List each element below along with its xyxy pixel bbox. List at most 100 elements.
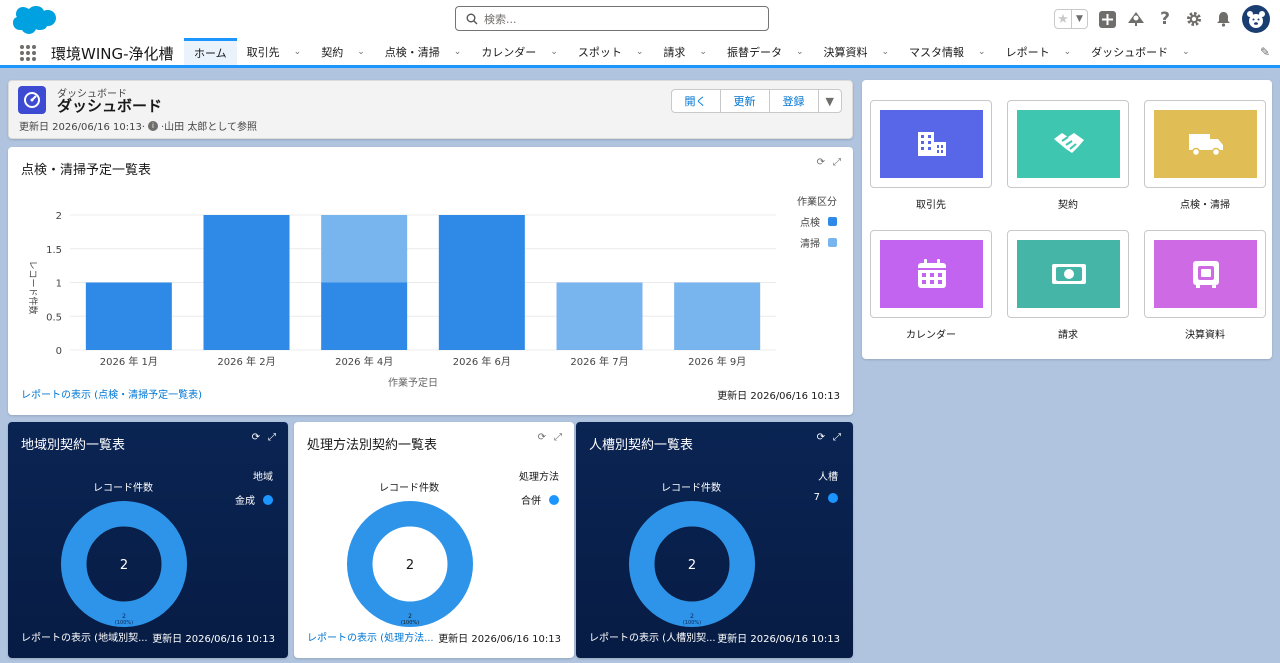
view-report-link[interactable]: レポートの表示 (点検・清掃予定一覧表) [21, 386, 202, 401]
tile-billing[interactable] [1007, 230, 1129, 318]
nav-tab[interactable]: 決算資料 ⌄ [814, 38, 900, 65]
tile-label[interactable]: 点検・清掃 [1144, 196, 1266, 211]
tile-label[interactable]: 決算資料 [1144, 326, 1266, 341]
legend-item[interactable]: 清掃 [797, 235, 837, 250]
legend-label: 金成 [235, 496, 255, 507]
chevron-down-icon[interactable]: ⌄ [882, 47, 890, 57]
legend-item[interactable]: 7 [814, 492, 838, 503]
help-icon[interactable]: ? [1155, 9, 1175, 29]
more-actions-button[interactable]: ▼ [819, 90, 841, 112]
info-icon[interactable]: i [148, 120, 158, 131]
slice-percent-label: (100%) [683, 620, 701, 626]
chevron-down-icon[interactable]: ▼ [1071, 10, 1087, 28]
refresh-icon[interactable]: ⟳ [538, 432, 546, 443]
legend-item[interactable]: 点検 [797, 214, 837, 229]
search-placeholder: 検索... [484, 12, 517, 26]
expand-icon[interactable]: ⤢ [833, 432, 841, 443]
app-navigation-bar: 環境WING-浄化槽 ホーム 取引先 ⌄ 契約 ⌄ 点検・清掃 ⌄ カレンダー ⌄ スポット ⌄ 請求… [0, 38, 1280, 68]
nav-tab[interactable]: 契約 ⌄ [311, 38, 375, 65]
nav-tab[interactable]: ダッシュボード ⌄ [1081, 38, 1200, 65]
tile-color [1017, 240, 1120, 308]
bar[interactable] [438, 215, 525, 350]
bell-icon[interactable] [1213, 9, 1233, 29]
legend-item[interactable]: 金成 [235, 492, 273, 507]
gear-icon[interactable] [1184, 9, 1204, 29]
edit-nav-icon[interactable]: ✎ [1260, 45, 1270, 59]
expand-icon[interactable]: ⤢ [268, 432, 276, 443]
dashboard-viewing-as: ·山田 太郎として参照 [161, 122, 258, 133]
bar[interactable] [556, 282, 643, 351]
chevron-down-icon[interactable]: ⌄ [294, 47, 302, 57]
nav-tab[interactable]: 取引先 ⌄ [237, 38, 312, 65]
view-report-link[interactable]: レポートの表示 (人槽別契... [589, 629, 716, 644]
handshake-icon [1053, 133, 1084, 153]
salesforce-logo[interactable] [10, 4, 56, 37]
tile-label[interactable]: 契約 [1007, 196, 1129, 211]
slice-value-label: 2 [690, 613, 694, 620]
legend-title: 人槽 [818, 472, 838, 483]
bar[interactable] [203, 215, 290, 350]
view-report-link[interactable]: レポートの表示 (地域別契... [21, 629, 148, 644]
tile-contracts[interactable] [1007, 100, 1129, 188]
slice-percent-label: (100%) [401, 620, 419, 626]
tile-label[interactable]: 取引先 [870, 196, 992, 211]
bar[interactable] [321, 282, 408, 351]
app-launcher-icon[interactable] [20, 45, 36, 61]
refresh-icon[interactable]: ⟳ [817, 432, 825, 443]
tile-label[interactable]: カレンダー [870, 326, 992, 341]
chevron-down-icon[interactable]: ⌄ [454, 47, 462, 57]
bar[interactable] [674, 282, 761, 351]
tile-calendar[interactable] [870, 230, 992, 318]
tile-financials[interactable] [1144, 230, 1266, 318]
tile-label[interactable]: 請求 [1007, 326, 1129, 341]
tile-accounts[interactable] [870, 100, 992, 188]
measure-label: レコード件数 [661, 483, 721, 494]
chevron-down-icon[interactable]: ⌄ [550, 47, 558, 57]
global-actions-icon[interactable] [1097, 9, 1117, 29]
subscribe-button[interactable]: 登録 [770, 90, 819, 112]
open-button[interactable]: 開く [672, 90, 721, 112]
global-header: 検索... ★ ▼ ? [0, 0, 1280, 38]
tile-inspection[interactable] [1144, 100, 1266, 188]
nav-tab[interactable]: 請求 ⌄ [653, 38, 717, 65]
global-search-input[interactable]: 検索... [455, 6, 769, 31]
star-icon[interactable]: ★ [1055, 10, 1071, 28]
quick-links-panel: 取引先 契約 点検・清掃 カレンダー 請求 決算資料 [862, 80, 1272, 359]
y-tick-label: 0.5 [46, 312, 62, 323]
refresh-icon[interactable]: ⟳ [252, 432, 260, 443]
x-axis-label: 作業予定日 [388, 376, 438, 387]
chart-updated: 更新日 2026/06/16 10:13 [717, 391, 840, 402]
chevron-down-icon[interactable]: ⌄ [357, 47, 365, 57]
nav-tab[interactable]: 振替データ ⌄ [717, 38, 814, 65]
nav-tab[interactable]: ホーム [184, 38, 237, 65]
chevron-down-icon[interactable]: ⌄ [978, 47, 986, 57]
view-report-link[interactable]: レポートの表示 (処理方法... [307, 629, 434, 644]
nav-tab[interactable]: レポート ⌄ [996, 38, 1082, 65]
refresh-button[interactable]: 更新 [721, 90, 770, 112]
chevron-down-icon[interactable]: ⌄ [636, 47, 644, 57]
avatar[interactable] [1242, 5, 1270, 33]
chart-legend: 地域 金成 [235, 468, 273, 507]
expand-icon[interactable]: ⤢ [554, 432, 562, 443]
nav-tab-label: 点検・清掃 [384, 45, 440, 59]
x-tick-label: 2026 年 2月 [217, 355, 275, 368]
nav-tab[interactable]: マスタ情報 ⌄ [899, 38, 996, 65]
chevron-down-icon[interactable]: ⌄ [1182, 47, 1190, 57]
y-tick-label: 2 [56, 211, 62, 222]
chevron-down-icon[interactable]: ⌄ [1064, 47, 1072, 57]
nav-tab-label: ホーム [194, 47, 227, 60]
donut-total: 2 [406, 558, 414, 573]
bar[interactable] [85, 282, 172, 351]
bar[interactable] [321, 215, 408, 283]
trailhead-icon[interactable] [1126, 9, 1146, 29]
nav-tab-label: スポット [577, 45, 622, 59]
favorites-control[interactable]: ★ ▼ [1054, 9, 1088, 29]
nav-tab[interactable]: 点検・清掃 ⌄ [375, 38, 472, 65]
x-tick-label: 2026 年 6月 [453, 355, 511, 368]
legend-item[interactable]: 合併 [519, 492, 559, 507]
nav-tab[interactable]: スポット ⌄ [568, 38, 654, 65]
chevron-down-icon[interactable]: ⌄ [796, 47, 804, 57]
legend-label: 点検 [800, 218, 820, 229]
nav-tab[interactable]: カレンダー ⌄ [471, 38, 568, 65]
chevron-down-icon[interactable]: ⌄ [699, 47, 707, 57]
